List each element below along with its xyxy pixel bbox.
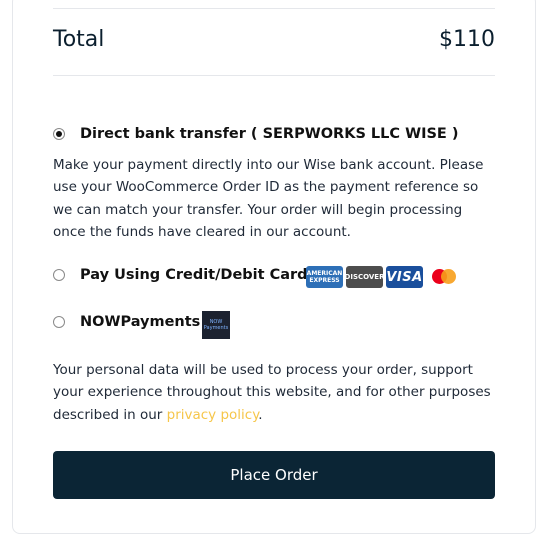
visa-icon: VISA — [386, 266, 423, 288]
mastercard-icon — [426, 266, 463, 288]
privacy-policy-link[interactable]: privacy policy — [167, 407, 259, 423]
bank-transfer-description: Make your payment directly into our Wise… — [53, 157, 484, 240]
bank-transfer-label[interactable]: Direct bank transfer ( SERPWORKS LLC WIS… — [80, 126, 459, 142]
bank-transfer-radio[interactable] — [53, 128, 65, 140]
privacy-text: Your personal data will be used to proce… — [53, 362, 491, 423]
amex-icon: AMERICAN EXPRESS — [306, 266, 343, 288]
nowpayments-radio[interactable] — [53, 316, 65, 328]
nowpayments-label[interactable]: NOWPayments — [80, 314, 200, 330]
place-order-button[interactable]: Place Order — [53, 451, 495, 499]
total-label: Total — [53, 27, 105, 52]
divider-total — [53, 75, 495, 76]
cards-label[interactable]: Pay Using Credit/Debit Cards — [80, 267, 316, 283]
nowpayments-logo-icon: NOW Payments — [202, 311, 230, 339]
cards-radio[interactable] — [53, 269, 65, 281]
total-value: $110 — [439, 27, 495, 52]
privacy-text-end: . — [258, 406, 263, 423]
card-brand-logos: AMERICAN EXPRESS DISCOVER VISA — [306, 266, 463, 288]
divider-top — [53, 8, 495, 9]
discover-icon: DISCOVER — [345, 266, 384, 288]
privacy-notice: Your personal data will be used to proce… — [53, 359, 498, 426]
